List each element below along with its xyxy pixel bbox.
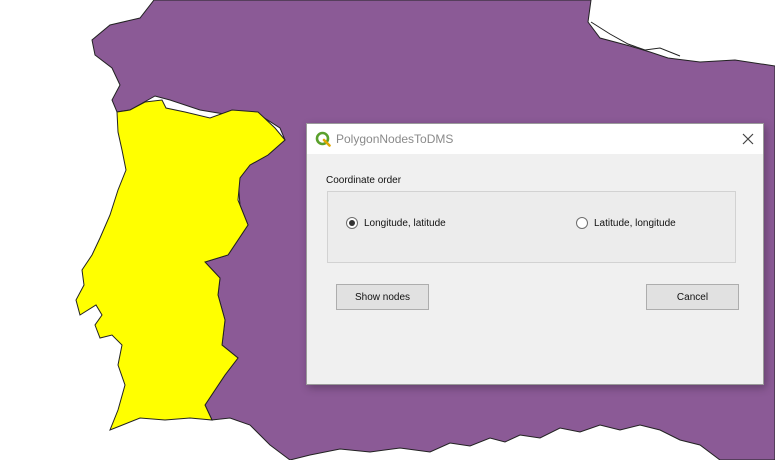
- dialog-titlebar[interactable]: PolygonNodesToDMS: [307, 124, 763, 154]
- coordinate-order-label: Coordinate order: [326, 175, 402, 186]
- radio-latitude-longitude[interactable]: Latitude, longitude: [576, 217, 676, 229]
- close-button[interactable]: [733, 124, 763, 154]
- show-nodes-button[interactable]: Show nodes: [336, 284, 429, 310]
- qgis-icon: [315, 131, 331, 147]
- radio-dot: [349, 220, 355, 226]
- dialog-title: PolygonNodesToDMS: [336, 132, 454, 146]
- close-icon: [742, 133, 754, 145]
- coordinate-order-group: Longitude, latitude Latitude, longitude: [327, 191, 736, 263]
- polygon-nodes-dialog: PolygonNodesToDMS Coordinate order Longi…: [306, 123, 764, 385]
- radio-longitude-latitude[interactable]: Longitude, latitude: [346, 217, 446, 229]
- radio-label-lat-lon: Latitude, longitude: [594, 217, 676, 229]
- radio-button-selected[interactable]: [346, 217, 358, 229]
- radio-button-unselected[interactable]: [576, 217, 588, 229]
- cancel-button[interactable]: Cancel: [646, 284, 739, 310]
- radio-label-lon-lat: Longitude, latitude: [364, 217, 446, 229]
